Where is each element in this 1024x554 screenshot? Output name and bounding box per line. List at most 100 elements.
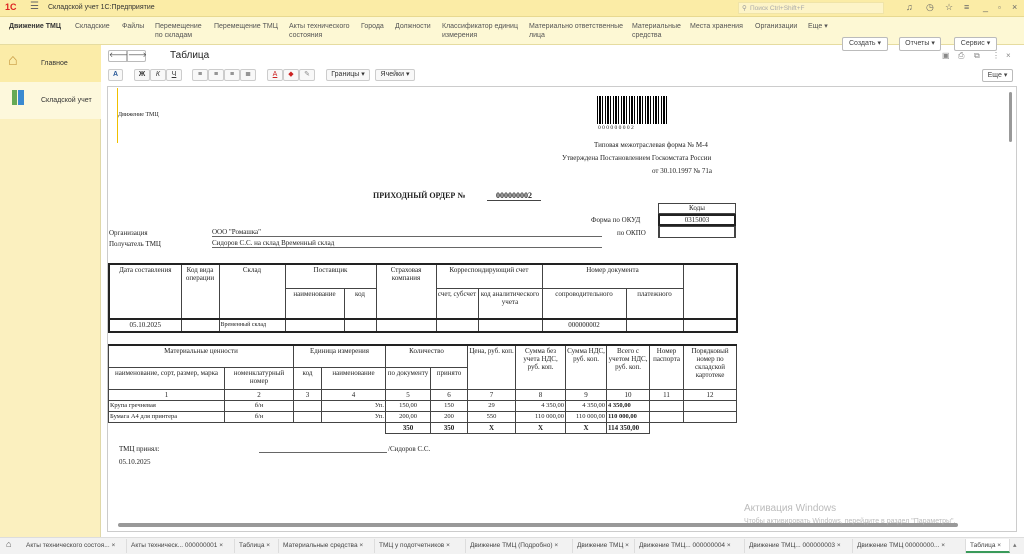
align-justify-icon[interactable]: ≣: [240, 69, 256, 81]
close-icon[interactable]: ×: [1012, 2, 1017, 12]
service-button[interactable]: Сервис ▾: [954, 37, 997, 51]
restore-icon[interactable]: ▫: [998, 3, 1001, 12]
more-button[interactable]: Еще ▾: [982, 69, 1013, 82]
preview-icon[interactable]: ⧉: [974, 51, 980, 61]
cell: [682, 318, 738, 333]
okpo-label: по ОКПО: [617, 229, 646, 237]
nav-organizacii[interactable]: Организации: [755, 22, 797, 31]
tab-window[interactable]: Движение ТМЦ... 000000004 ×: [635, 539, 745, 553]
cell: [625, 318, 684, 333]
cell: [180, 318, 220, 333]
sidebar-item-main[interactable]: ⌂ Главное: [0, 45, 101, 82]
tab-window[interactable]: Акты технического состоя... ×: [22, 539, 127, 553]
th-subaccount: счет, субсчет: [435, 287, 479, 320]
settings-icon[interactable]: ≡: [964, 2, 969, 12]
underline-button[interactable]: Ч: [166, 69, 182, 81]
borders-button[interactable]: Границы ▾: [326, 69, 370, 81]
back-button[interactable]: 🡐: [108, 50, 128, 62]
search-icon: ⚲: [742, 5, 747, 12]
bell-icon[interactable]: ♫: [906, 2, 913, 12]
tab-window[interactable]: Акты техническ... 000000001 ×: [127, 539, 235, 553]
print-icon[interactable]: ⎙: [958, 51, 964, 61]
cell: 110 000,00: [565, 410, 608, 423]
italic-button[interactable]: К: [150, 69, 166, 81]
tab-window[interactable]: Движение ТМЦ (Подробно) ×: [466, 539, 573, 553]
forward-button[interactable]: 🡒: [127, 50, 147, 62]
tab-window-active[interactable]: Таблица ×: [966, 539, 1010, 553]
th-unit: Единица измерения: [292, 344, 387, 368]
nav-klassifikator[interactable]: Классификатор единиц измерения: [442, 22, 532, 40]
totals-row: 350 350 Х Х Х 114 350,00: [109, 421, 737, 434]
total-by-doc: 350: [385, 421, 432, 434]
approval-date: от 30.10.1997 № 71а: [652, 167, 713, 175]
nav-akty[interactable]: Акты технического состояния: [289, 22, 354, 40]
th-insurance: Страховая компания: [375, 263, 437, 320]
col-num: 11: [649, 388, 685, 401]
th-doc-number: Номер документа: [541, 263, 684, 289]
nav-materialnye-sredstva[interactable]: Материальные средства: [632, 22, 684, 40]
cell: [293, 399, 322, 412]
tab-window[interactable]: ТМЦ у подотчетников ×: [375, 539, 466, 553]
nav-faily[interactable]: Файлы: [122, 22, 144, 31]
tab-window[interactable]: Материальные средства ×: [279, 539, 375, 553]
cell: [435, 318, 479, 333]
history-icon[interactable]: ◷: [926, 2, 934, 13]
font-button[interactable]: A: [108, 69, 123, 81]
tab-window[interactable]: Движение ТМЦ... 000000003 ×: [745, 539, 853, 553]
nav-more[interactable]: Еще ▾: [808, 22, 828, 31]
th-vat: Сумма НДС, руб. коп.: [565, 344, 608, 390]
tabs-scroll-icon[interactable]: ▴: [1013, 541, 1017, 549]
col-num: 7: [467, 388, 517, 401]
col-num: 10: [606, 388, 651, 401]
home-icon[interactable]: ⌂: [6, 539, 11, 549]
col-num: 8: [515, 388, 567, 401]
form-type: Типовая межотраслевая форма № М-4: [594, 141, 708, 149]
windows-watermark-sub: Чтобы активировать Windows, перейдите в …: [744, 518, 956, 525]
search-input[interactable]: ⚲ Поиск Ctrl+Shift+F: [738, 2, 884, 14]
pen-icon[interactable]: ✎: [299, 69, 315, 81]
sidebar-item-warehouse[interactable]: Складской учет: [0, 82, 101, 119]
text-color-icon[interactable]: A: [267, 69, 283, 81]
star-icon[interactable]: ☆: [945, 2, 953, 13]
more-actions-icon[interactable]: ⋮: [992, 51, 1000, 60]
reports-button[interactable]: Отчеты ▾: [899, 37, 941, 51]
col-num: 5: [385, 388, 432, 401]
tab-label: Движение ТМЦ... 000000003: [749, 542, 836, 549]
1c-logo-icon: 1С: [5, 2, 17, 12]
th-by-doc: по документу: [385, 366, 432, 390]
signature-line: [259, 452, 387, 453]
save-icon[interactable]: ▣: [942, 51, 950, 60]
menu-icon[interactable]: ☰: [30, 1, 39, 12]
nav-peremeshchenie-tmc[interactable]: Перемещение ТМЦ: [214, 22, 278, 31]
align-right-icon[interactable]: ≡: [224, 69, 240, 81]
tab-window[interactable]: Таблица ×: [235, 539, 279, 553]
tab-window[interactable]: Движение ТМЦ 00000000... ×: [853, 539, 966, 553]
nav-skladskie[interactable]: Складские: [75, 22, 110, 31]
bold-button[interactable]: Ж: [134, 69, 150, 81]
nav-dolzhnosti[interactable]: Должности: [395, 22, 431, 31]
create-button[interactable]: Создать ▾: [842, 37, 888, 51]
nav-goroda[interactable]: Города: [361, 22, 384, 31]
search-placeholder: Поиск Ctrl+Shift+F: [750, 5, 805, 12]
total-accepted: 350: [430, 421, 469, 434]
th-passport: Номер паспорта: [649, 344, 685, 390]
nav-mesta-hraneniya[interactable]: Места хранения: [690, 22, 743, 31]
cell: 110 000,00: [606, 410, 651, 423]
col-num: 9: [565, 388, 608, 401]
nav-peremeshchenie-po-skladam[interactable]: Перемещение по складам: [155, 22, 205, 40]
cells-button[interactable]: Ячейки ▾: [375, 69, 415, 81]
th-price: Цена, руб. коп.: [467, 344, 517, 390]
tab-label: Движение ТМЦ: [577, 542, 624, 549]
minimize-icon[interactable]: _: [983, 2, 988, 12]
align-center-icon[interactable]: ≡: [208, 69, 224, 81]
nav-dvizhenie-tmc[interactable]: Движение ТМЦ: [9, 22, 61, 31]
align-left-icon[interactable]: ≡: [192, 69, 208, 81]
close-form-icon[interactable]: ×: [1006, 51, 1011, 60]
header-table: Дата составления Код вида операции Склад…: [108, 263, 739, 333]
fill-color-icon[interactable]: ◆: [283, 69, 299, 81]
vertical-scrollbar[interactable]: [1007, 88, 1015, 528]
tab-label: ТМЦ у подотчетников: [379, 542, 445, 549]
th-supplier-name: наименование: [284, 287, 345, 320]
nav-mol[interactable]: Материально ответственные лица: [529, 22, 624, 40]
tab-window[interactable]: Движение ТМЦ ×: [573, 539, 635, 553]
